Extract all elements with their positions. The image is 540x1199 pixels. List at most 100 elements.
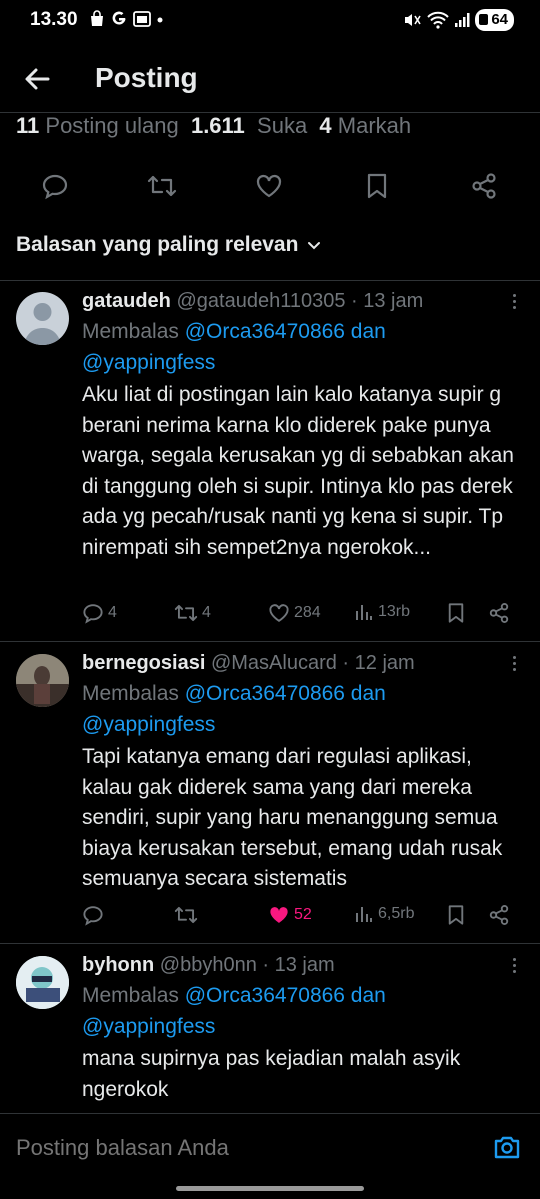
status-time: 13.30	[30, 9, 78, 30]
user-photo-icon	[16, 654, 69, 707]
replying-to: Membalas @Orca36470866 dan @yappingfess	[82, 320, 386, 374]
author-handle[interactable]: @gataudeh110305	[176, 290, 345, 312]
share-icon	[489, 603, 509, 623]
post-time: 13 jam	[274, 954, 335, 976]
repost-button[interactable]: 4	[174, 602, 211, 624]
share-button[interactable]	[488, 602, 510, 624]
more-options-button[interactable]	[510, 958, 518, 978]
reply-text: mana supirnya pas kejadian malah asyik n…	[82, 1047, 461, 1101]
share-icon	[489, 905, 509, 925]
views-button[interactable]: 6,5rb	[354, 904, 414, 924]
more-options-button[interactable]	[510, 656, 518, 676]
likes-stat[interactable]: 1.611 Suka	[191, 113, 307, 138]
reply-button[interactable]	[82, 904, 108, 926]
home-indicator[interactable]	[176, 1186, 364, 1191]
repost-button[interactable]	[174, 904, 202, 926]
bookmark-button[interactable]	[446, 602, 466, 624]
reply-icon	[83, 906, 103, 926]
like-count: 284	[294, 604, 321, 621]
views-icon	[356, 907, 372, 922]
author-handle[interactable]: @MasAlucard	[211, 652, 337, 674]
share-icon	[472, 173, 496, 199]
signal-icon	[455, 13, 470, 27]
camera-icon	[494, 1136, 520, 1159]
divider	[0, 641, 540, 642]
avatar[interactable]	[16, 956, 69, 1009]
bookmark-button[interactable]	[361, 170, 393, 202]
reply-text: Aku liat di postingan lain kalo katanya …	[82, 383, 514, 559]
avatar[interactable]	[16, 654, 69, 707]
bookmark-icon	[448, 603, 464, 623]
like-count: 52	[294, 906, 312, 923]
author-handle[interactable]: @bbyh0nn	[160, 954, 257, 976]
status-notification-icons	[88, 10, 164, 28]
like-button[interactable]: 52	[268, 904, 312, 926]
sort-label: Balasan yang paling relevan	[16, 233, 299, 256]
reply-input[interactable]	[16, 1135, 456, 1161]
view-count: 13rb	[378, 603, 411, 620]
author-name[interactable]: byhonn	[82, 954, 154, 976]
liked-heart-icon	[270, 907, 288, 923]
reply-item[interactable]: byhonn @bbyh0nn · 13 jam Membalas @Orca3…	[0, 950, 540, 1113]
wifi-icon	[427, 11, 450, 29]
like-button[interactable]	[253, 170, 285, 202]
reply-count: 4	[108, 604, 117, 621]
reposts-stat[interactable]: 11 Posting ulang	[16, 113, 179, 138]
reply-actions: 4 4 284 13rb	[82, 602, 522, 632]
share-button[interactable]	[488, 904, 510, 926]
repost-icon	[174, 906, 198, 924]
status-bar: 13.30 64	[0, 0, 540, 40]
replying-to: Membalas @Orca36470866 dan @yappingfess	[82, 984, 386, 1038]
bookmarks-stat[interactable]: 4 Markah	[319, 113, 411, 138]
views-icon	[356, 605, 372, 620]
top-header: Posting	[0, 50, 540, 108]
author-name[interactable]: gataudeh	[82, 290, 171, 312]
dot-icon	[157, 17, 163, 23]
replying-to: Membalas @Orca36470866 dan @yappingfess	[82, 682, 386, 736]
reply-item[interactable]: gataudeh @gataudeh110305 · 13 jam Membal…	[0, 286, 540, 636]
more-options-button[interactable]	[510, 294, 518, 314]
back-arrow-icon	[25, 68, 50, 90]
chevron-down-icon	[308, 242, 321, 250]
mute-icon	[405, 14, 421, 26]
repost-icon	[174, 604, 198, 622]
reply-button[interactable]	[39, 170, 71, 202]
battery-indicator: 64	[475, 9, 514, 31]
google-icon	[112, 11, 126, 25]
divider	[0, 280, 540, 281]
avatar[interactable]	[16, 292, 69, 345]
post-time: 12 jam	[354, 652, 415, 674]
reply-actions: 52 6,5rb	[82, 904, 522, 934]
reply-button[interactable]: 4	[82, 602, 117, 624]
bookmark-button[interactable]	[446, 904, 466, 926]
share-button[interactable]	[468, 170, 500, 202]
reply-header: gataudeh @gataudeh110305 · 13 jam	[82, 290, 424, 312]
reply-header: bernegosiasi @MasAlucard · 12 jam	[82, 652, 415, 674]
shopping-bag-icon	[91, 10, 103, 26]
repost-count: 4	[202, 604, 211, 621]
gallery-icon	[133, 11, 151, 27]
page-title: Posting	[95, 62, 198, 93]
like-icon	[269, 604, 289, 622]
like-button[interactable]: 284	[268, 602, 321, 624]
view-count: 6,5rb	[378, 905, 415, 922]
status-system-icons: 64	[402, 9, 514, 31]
divider	[0, 943, 540, 944]
views-button[interactable]: 13rb	[354, 602, 410, 622]
author-name[interactable]: bernegosiasi	[82, 652, 205, 674]
post-action-bar	[0, 162, 540, 210]
repost-icon	[147, 175, 177, 197]
reply-header: byhonn @bbyh0nn · 13 jam	[82, 954, 335, 976]
reply-item[interactable]: bernegosiasi @MasAlucard · 12 jam Membal…	[0, 648, 540, 938]
reply-icon	[42, 174, 68, 200]
back-button[interactable]	[20, 62, 54, 96]
camera-button[interactable]	[492, 1132, 522, 1162]
bookmark-icon	[367, 173, 387, 199]
post-time: 13 jam	[363, 290, 424, 312]
like-icon	[256, 174, 282, 198]
reply-icon	[83, 604, 103, 624]
reply-text: Tapi katanya emang dari regulasi aplikas…	[82, 745, 503, 890]
repost-button[interactable]	[146, 170, 178, 202]
user-photo-icon	[16, 956, 69, 1009]
replies-sort-dropdown[interactable]: Balasan yang paling relevan	[16, 233, 322, 257]
